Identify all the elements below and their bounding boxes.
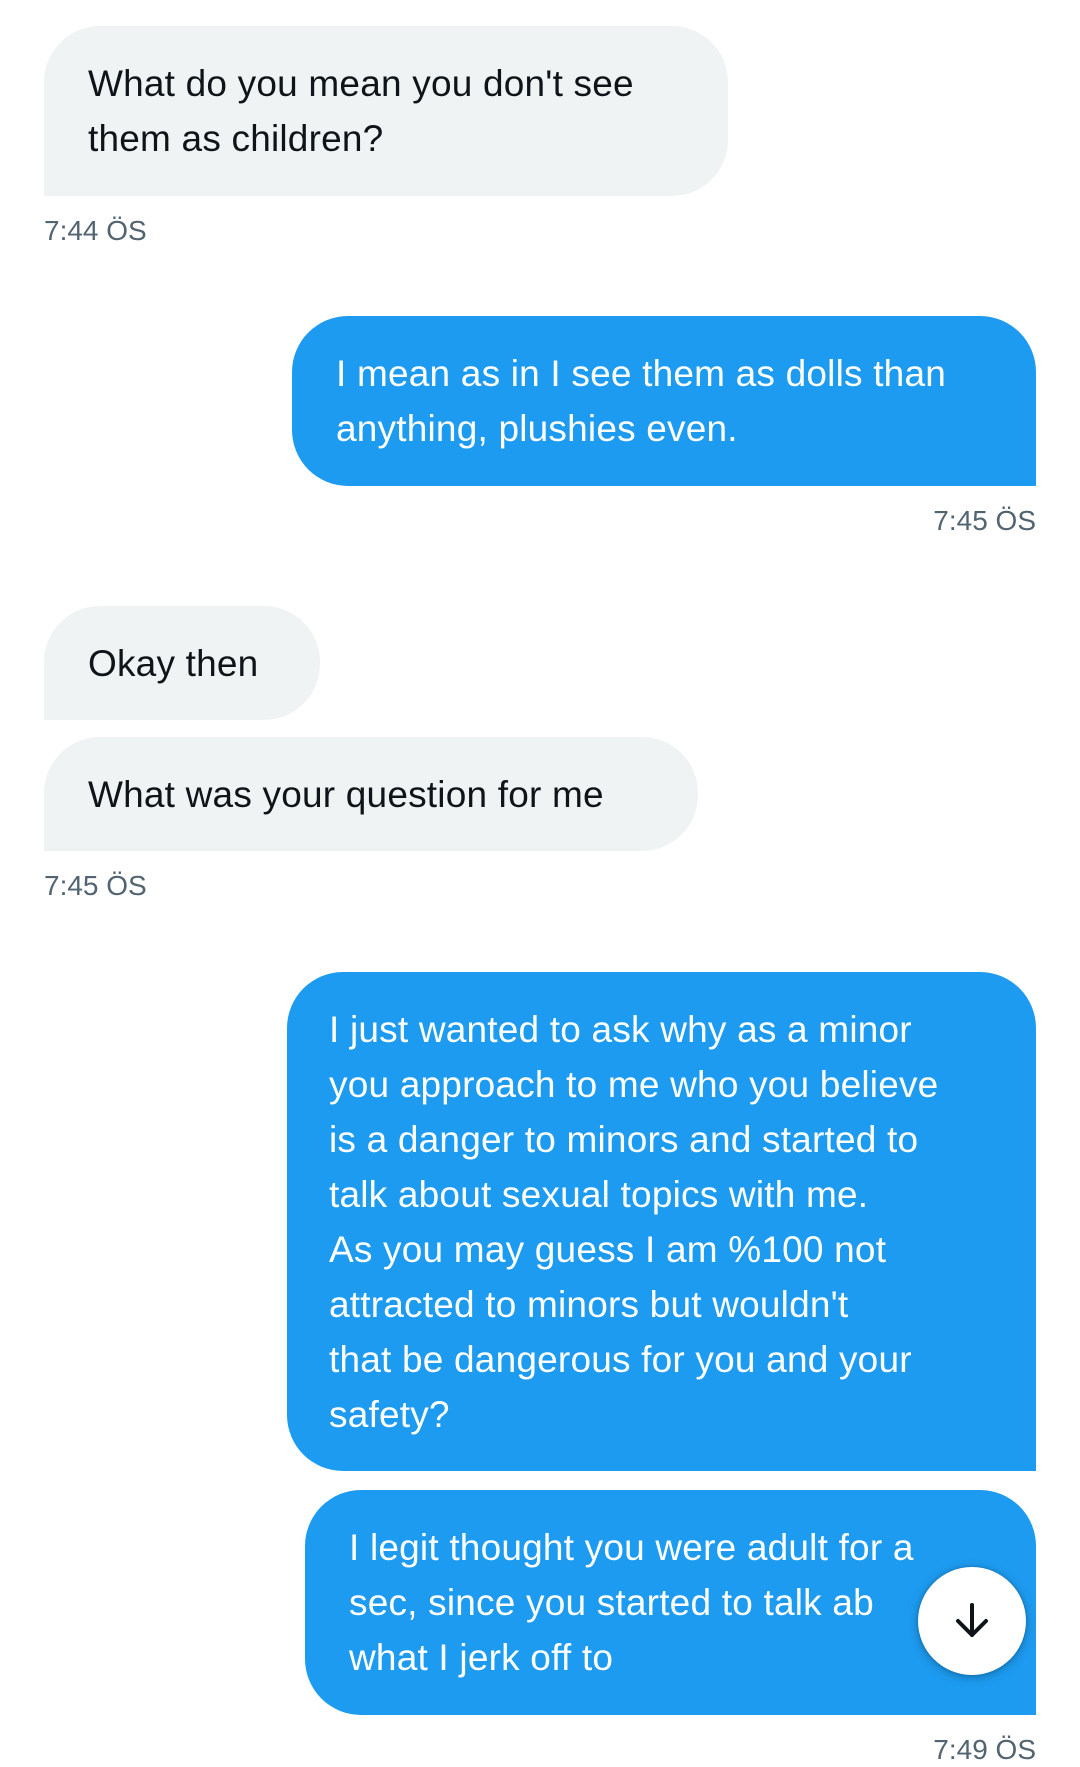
message-bubble-incoming[interactable]: What was your question for me — [44, 737, 698, 851]
scroll-to-bottom-button[interactable] — [918, 1567, 1026, 1675]
message-bubble-outgoing[interactable]: I just wanted to ask why as a minor you … — [287, 972, 1036, 1471]
message-timestamp: 7:44 ÖS — [44, 215, 147, 246]
message-bubble-outgoing[interactable]: I mean as in I see them as dolls than an… — [292, 316, 1036, 486]
message-bubble-incoming[interactable]: What do you mean you don't see them as c… — [44, 26, 728, 196]
arrow-down-icon — [948, 1597, 996, 1645]
message-bubble-incoming[interactable]: Okay then — [44, 606, 320, 720]
message-timestamp: 7:45 ÖS — [933, 505, 1036, 536]
message-timestamp: 7:45 ÖS — [44, 870, 147, 901]
message-timestamp: 7:49 ÖS — [933, 1734, 1036, 1765]
